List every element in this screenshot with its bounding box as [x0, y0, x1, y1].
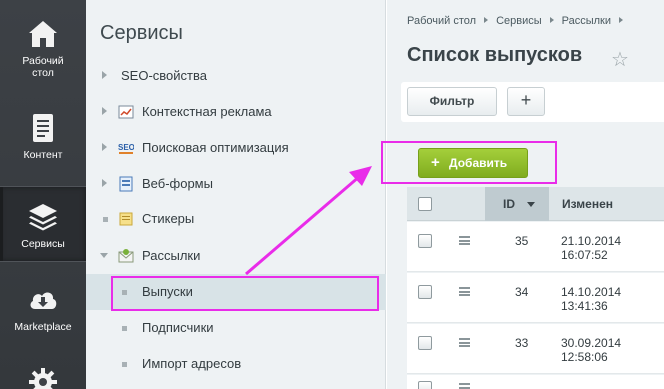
- annotation-arrow-icon: [245, 166, 372, 276]
